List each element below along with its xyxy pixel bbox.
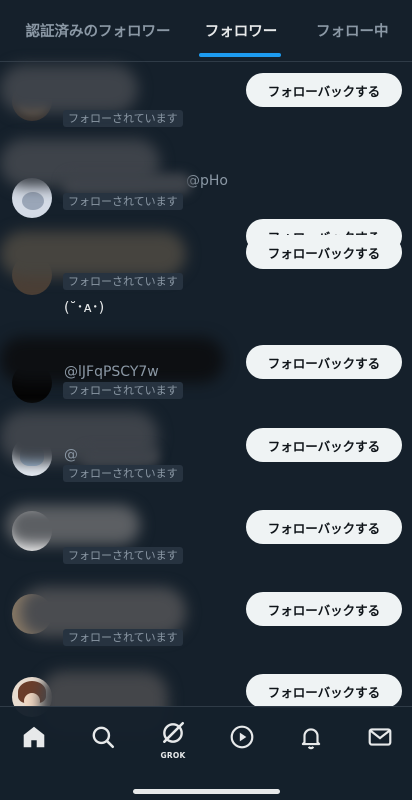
user-handle: @lJFqPSCY7w: [64, 364, 159, 380]
user-bio: (˘･ᴀ･): [64, 300, 105, 316]
tab-followers-label: フォロワー: [204, 24, 278, 40]
nav-messages[interactable]: [366, 723, 394, 751]
redacted-handle: [62, 173, 192, 195]
grok-icon: [163, 721, 185, 743]
list-item[interactable]: フォローされています フォローバックする: [0, 583, 412, 665]
home-indicator: [133, 789, 280, 794]
follow-back-button[interactable]: フォローバックする: [246, 73, 402, 107]
redacted-name: [0, 65, 138, 113]
redacted-name: [0, 231, 186, 277]
follow-back-button[interactable]: フォローバックする: [246, 592, 402, 626]
nav-notifications[interactable]: [297, 723, 325, 751]
tab-verified-followers[interactable]: 認証済みのフォロワー: [0, 0, 190, 61]
redacted-handle: [80, 447, 160, 467]
list-item[interactable]: フォローされています フォローバックする: [0, 501, 412, 583]
bell-icon: [301, 728, 321, 750]
nav-grok[interactable]: [159, 719, 187, 747]
follow-back-button[interactable]: フォローバックする: [246, 235, 402, 269]
search-icon: [92, 726, 115, 749]
redacted-name: [6, 505, 140, 545]
tab-following[interactable]: フォロー中: [292, 0, 412, 61]
follower-tabs: 認証済みのフォロワー フォロワー フォロー中: [0, 0, 412, 62]
nav-home[interactable]: [20, 723, 48, 751]
follows-you-badge: フォローされています: [63, 273, 183, 290]
mail-icon: [368, 728, 392, 746]
list-item[interactable]: フォローされています フォローバックする: [0, 63, 412, 145]
grok-label: GROK: [160, 751, 186, 760]
home-icon: [23, 726, 45, 748]
tab-following-label: フォロー中: [316, 24, 389, 40]
follows-you-badge: フォローされています: [63, 193, 183, 210]
nav-video[interactable]: [228, 723, 256, 751]
follow-back-button[interactable]: フォローバックする: [246, 428, 402, 462]
active-tab-indicator: [199, 53, 281, 57]
list-item[interactable]: @ フォローされています フォローバックする: [0, 411, 412, 501]
video-play-icon: [230, 725, 254, 749]
follow-back-button[interactable]: フォローバックする: [246, 510, 402, 544]
follows-you-badge: フォローされています: [63, 465, 183, 482]
tab-verified-followers-label: 認証済みのフォロワー: [25, 24, 171, 40]
follows-you-badge: フォローされています: [63, 629, 183, 646]
follow-back-button[interactable]: フォローバックする: [246, 345, 402, 379]
list-item[interactable]: @lJFqPSCY7w フォローされています フォローバックする: [0, 337, 412, 419]
follows-you-badge: フォローされています: [63, 547, 183, 564]
nav-search[interactable]: [89, 723, 117, 751]
user-handle: @pHo: [186, 173, 228, 189]
bottom-navigation: GROK: [0, 706, 412, 800]
list-item[interactable]: @pHo フォローされています フォローバックする: [0, 139, 412, 253]
list-item[interactable]: フォローされています (˘･ᴀ･) フォローバックする: [0, 227, 412, 337]
tab-followers[interactable]: フォロワー: [190, 0, 292, 61]
user-handle: @: [64, 447, 78, 463]
follows-you-badge: フォローされています: [63, 382, 183, 399]
follow-back-button[interactable]: フォローバックする: [246, 674, 402, 708]
follows-you-badge: フォローされています: [63, 110, 183, 127]
followers-screen: 認証済みのフォロワー フォロワー フォロー中 フォローされています フォローバッ…: [0, 0, 412, 800]
